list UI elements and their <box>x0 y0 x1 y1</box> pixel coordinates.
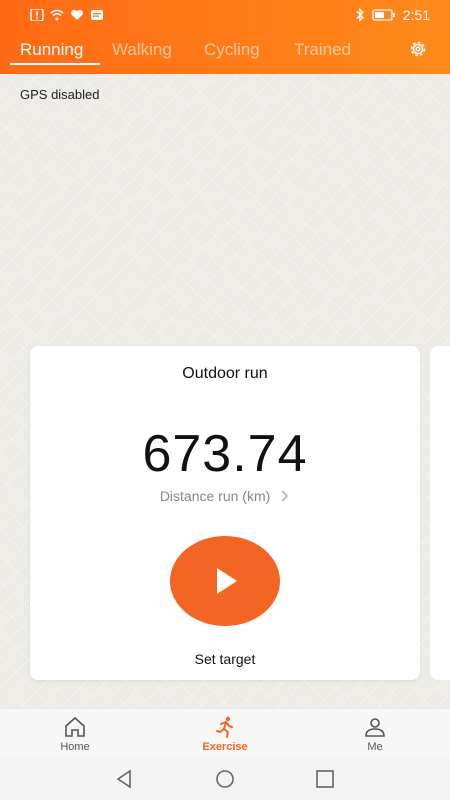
status-bar: 2:51 <box>0 0 450 32</box>
nav-me-label: Me <box>367 741 383 753</box>
home-circle-icon[interactable] <box>215 769 235 789</box>
distance-label: Distance run (km) <box>159 488 271 504</box>
system-navigation-bar <box>0 758 450 800</box>
gps-status: GPS disabled <box>20 87 100 102</box>
start-run-button[interactable] <box>170 536 280 626</box>
person-icon <box>365 718 385 737</box>
play-icon <box>217 568 237 594</box>
status-icons-left <box>30 9 104 21</box>
active-tab-indicator <box>10 63 100 65</box>
nav-exercise[interactable]: Exercise <box>180 715 270 753</box>
set-target-button[interactable]: Set target <box>30 651 420 667</box>
tab-running[interactable]: Running <box>20 40 83 60</box>
settings-gear-icon[interactable] <box>408 39 428 59</box>
next-card-peek[interactable] <box>430 346 450 680</box>
chevron-right-icon <box>281 490 289 502</box>
running-person-icon <box>216 716 233 738</box>
back-icon[interactable] <box>115 769 135 789</box>
clock: 2:51 <box>402 7 430 23</box>
home-icon <box>65 716 85 737</box>
alert-icon <box>30 9 44 21</box>
bottom-navigation: Home Exercise Me <box>0 708 450 758</box>
nav-home[interactable]: Home <box>30 715 120 753</box>
recent-apps-icon[interactable] <box>315 769 335 789</box>
battery-icon <box>372 9 395 21</box>
status-icons-right: 2:51 <box>355 7 430 23</box>
tab-trained[interactable]: Trained <box>294 40 351 60</box>
nav-exercise-label: Exercise <box>202 741 248 753</box>
nav-home-label: Home <box>60 741 90 753</box>
wifi-icon <box>50 9 64 21</box>
bluetooth-icon <box>356 8 364 22</box>
distance-label-link[interactable]: Distance run (km) <box>30 488 420 504</box>
distance-value: 673.74 <box>142 425 308 483</box>
card-title: Outdoor run <box>182 365 268 382</box>
sport-tabs: Running Walking Cycling Trained <box>0 32 450 74</box>
tab-walking[interactable]: Walking <box>112 40 172 60</box>
tab-cycling[interactable]: Cycling <box>204 40 260 60</box>
nav-me[interactable]: Me <box>330 715 420 753</box>
heart-icon <box>71 9 83 20</box>
message-icon <box>91 10 103 20</box>
outdoor-run-card[interactable]: Outdoor run 673.74 Distance run (km) Set… <box>30 346 420 680</box>
